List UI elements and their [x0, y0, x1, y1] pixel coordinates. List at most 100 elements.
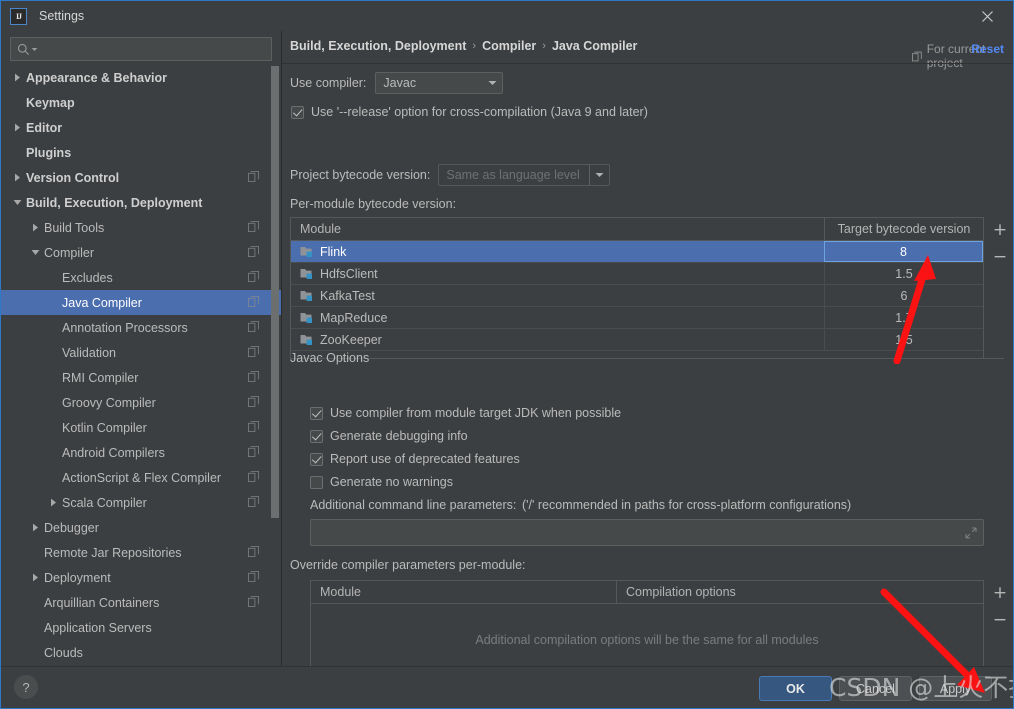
breadcrumb-item-0[interactable]: Build, Execution, Deployment — [290, 39, 466, 53]
reset-link[interactable]: Reset — [971, 42, 1004, 56]
project-bytecode-select[interactable]: Same as language level — [438, 164, 611, 186]
module-name-cell[interactable]: ZooKeeper — [291, 329, 824, 350]
table-row[interactable]: MapReduce 1.7 — [291, 307, 983, 329]
copy-settings-icon[interactable] — [248, 596, 259, 607]
sidebar-item-scala-compiler[interactable]: Scala Compiler — [1, 490, 281, 515]
javac-option-checkbox[interactable] — [310, 406, 323, 420]
chevron-right-icon[interactable] — [11, 171, 24, 184]
copy-settings-icon[interactable] — [248, 396, 259, 407]
sidebar-item-arquillian-containers[interactable]: Arquillian Containers — [1, 590, 281, 615]
target-bytecode-version-cell[interactable]: 8 — [824, 241, 983, 262]
target-bytecode-version-cell[interactable]: 1.5 — [824, 329, 983, 350]
cancel-button[interactable]: Cancel — [839, 676, 912, 701]
copy-settings-icon[interactable] — [248, 571, 259, 582]
sidebar-item-excludes[interactable]: Excludes — [1, 265, 281, 290]
module-name-cell[interactable]: Flink — [291, 241, 824, 262]
ok-button[interactable]: OK — [759, 676, 832, 701]
javac-option-row-1[interactable]: Generate debugging info — [310, 429, 468, 443]
javac-option-row-0[interactable]: Use compiler from module target JDK when… — [310, 406, 621, 420]
sidebar-item-build-tools[interactable]: Build Tools — [1, 215, 281, 240]
chevron-down-icon[interactable] — [29, 246, 42, 259]
javac-option-row-3[interactable]: Generate no warnings — [310, 475, 453, 489]
sidebar-item-label: Editor — [26, 120, 63, 135]
sidebar-item-editor[interactable]: Editor — [1, 115, 281, 140]
copy-settings-icon[interactable] — [248, 471, 259, 482]
chevron-right-icon[interactable] — [29, 521, 42, 534]
chevron-right-icon[interactable] — [11, 71, 24, 84]
copy-settings-icon[interactable] — [248, 321, 259, 332]
javac-option-checkbox[interactable] — [310, 475, 323, 489]
release-option-checkbox[interactable] — [291, 105, 304, 119]
expand-icon[interactable] — [965, 526, 977, 539]
sidebar-item-actionscript-flex-compiler[interactable]: ActionScript & Flex Compiler — [1, 465, 281, 490]
chevron-right-icon[interactable] — [47, 496, 60, 509]
copy-settings-icon[interactable] — [248, 546, 259, 557]
chevron-right-icon[interactable] — [29, 571, 42, 584]
sidebar-item-kotlin-compiler[interactable]: Kotlin Compiler — [1, 415, 281, 440]
chevron-right-icon[interactable] — [11, 121, 24, 134]
breadcrumb-item-1[interactable]: Compiler — [482, 39, 536, 53]
javac-option-checkbox[interactable] — [310, 452, 323, 466]
remove-module-button[interactable]: − — [989, 247, 1011, 267]
search-box[interactable] — [10, 37, 272, 61]
use-compiler-select[interactable]: Javac — [375, 72, 504, 94]
sidebar-item-debugger[interactable]: Debugger — [1, 515, 281, 540]
release-option-row[interactable]: Use '--release' option for cross-compila… — [291, 105, 648, 119]
sidebar-item-version-control[interactable]: Version Control — [1, 165, 281, 190]
copy-settings-icon[interactable] — [248, 246, 259, 257]
bytecode-col-module[interactable]: Module — [291, 218, 824, 240]
table-row[interactable]: KafkaTest 6 — [291, 285, 983, 307]
chevron-down-icon[interactable] — [11, 196, 24, 209]
additional-params-label-row: Additional command line parameters: — [310, 498, 516, 512]
apply-button[interactable]: Apply — [919, 676, 992, 701]
sidebar-item-annotation-processors[interactable]: Annotation Processors — [1, 315, 281, 340]
target-bytecode-version-cell[interactable]: 6 — [824, 285, 983, 306]
sidebar-item-plugins[interactable]: Plugins — [1, 140, 281, 165]
copy-settings-icon[interactable] — [248, 421, 259, 432]
module-name-cell[interactable]: HdfsClient — [291, 263, 824, 284]
sidebar-item-compiler[interactable]: Compiler — [1, 240, 281, 265]
sidebar-item-rmi-compiler[interactable]: RMI Compiler — [1, 365, 281, 390]
sidebar-item-validation[interactable]: Validation — [1, 340, 281, 365]
chevron-right-icon[interactable] — [29, 221, 42, 234]
module-name-cell[interactable]: MapReduce — [291, 307, 824, 328]
table-row[interactable]: HdfsClient 1.5 — [291, 263, 983, 285]
javac-option-row-2[interactable]: Report use of deprecated features — [310, 452, 520, 466]
search-input[interactable] — [38, 41, 265, 57]
sidebar-item-java-compiler[interactable]: Java Compiler — [1, 290, 281, 315]
bytecode-col-version[interactable]: Target bytecode version — [824, 218, 983, 240]
sidebar-item-remote-jar-repositories[interactable]: Remote Jar Repositories — [1, 540, 281, 565]
copy-settings-icon[interactable] — [248, 446, 259, 457]
copy-settings-icon[interactable] — [248, 346, 259, 357]
add-override-button[interactable]: + — [989, 583, 1011, 603]
override-col-options[interactable]: Compilation options — [616, 581, 983, 603]
sidebar-item-clouds[interactable]: Clouds — [1, 640, 281, 665]
help-button[interactable]: ? — [14, 675, 38, 699]
target-bytecode-version-cell[interactable]: 1.7 — [824, 307, 983, 328]
settings-dialog: IJ Settings Appearance & Behavior Keymap E… — [0, 0, 1014, 709]
add-module-button[interactable]: + — [989, 220, 1011, 240]
sidebar-item-keymap[interactable]: Keymap — [1, 90, 281, 115]
copy-settings-icon[interactable] — [248, 296, 259, 307]
remove-override-button[interactable]: − — [989, 610, 1011, 630]
table-row[interactable]: ZooKeeper 1.5 — [291, 329, 983, 351]
close-icon[interactable] — [965, 1, 1009, 31]
copy-settings-icon[interactable] — [248, 496, 259, 507]
sidebar-item-android-compilers[interactable]: Android Compilers — [1, 440, 281, 465]
copy-settings-icon[interactable] — [248, 271, 259, 282]
sidebar-item-application-servers[interactable]: Application Servers — [1, 615, 281, 640]
sidebar-item-deployment[interactable]: Deployment — [1, 565, 281, 590]
module-name-cell[interactable]: KafkaTest — [291, 285, 824, 306]
copy-settings-icon[interactable] — [248, 221, 259, 232]
javac-option-checkbox[interactable] — [310, 429, 323, 443]
table-row[interactable]: Flink 8 — [291, 241, 983, 263]
target-bytecode-version-cell[interactable]: 1.5 — [824, 263, 983, 284]
override-col-module[interactable]: Module — [311, 581, 616, 603]
sidebar-item-build-execution-deployment[interactable]: Build, Execution, Deployment — [1, 190, 281, 215]
sidebar-scrollbar-thumb[interactable] — [271, 66, 279, 518]
additional-params-input[interactable] — [310, 519, 984, 546]
sidebar-item-appearance-behavior[interactable]: Appearance & Behavior — [1, 65, 281, 90]
copy-settings-icon[interactable] — [248, 371, 259, 382]
sidebar-item-groovy-compiler[interactable]: Groovy Compiler — [1, 390, 281, 415]
copy-settings-icon[interactable] — [248, 171, 259, 182]
